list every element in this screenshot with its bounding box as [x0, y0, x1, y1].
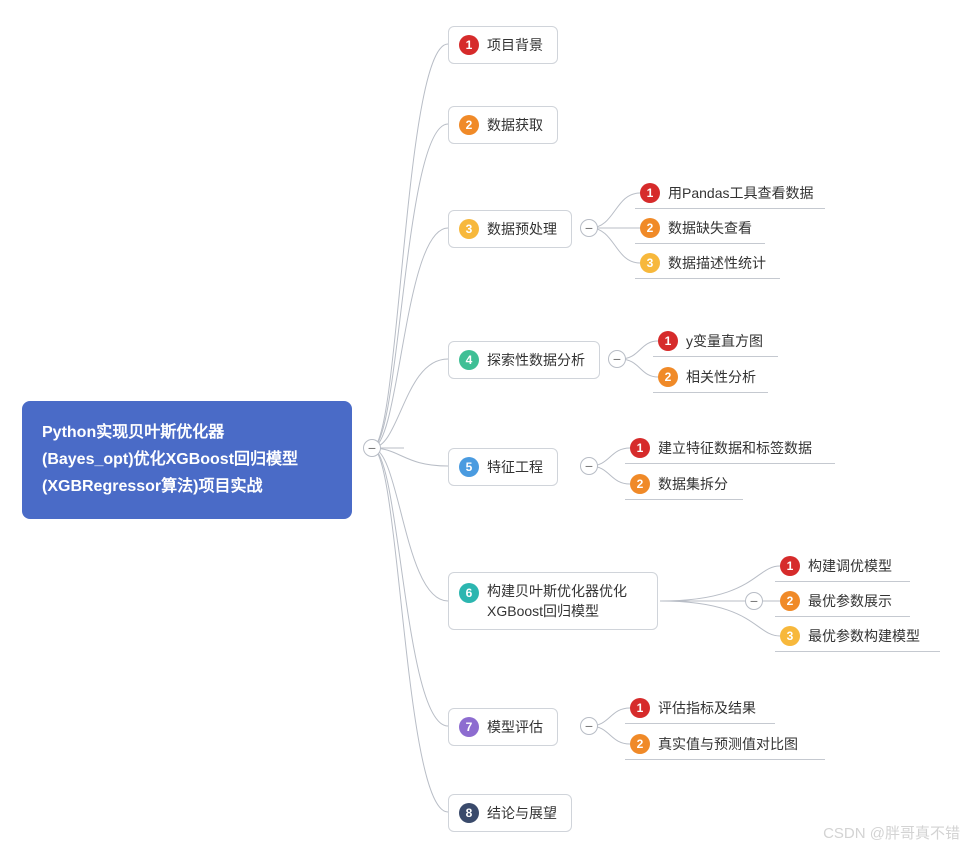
leaf-badge: 2	[780, 591, 800, 611]
leaf-underline	[625, 759, 825, 760]
leaf-best-params[interactable]: 2 最优参数展示	[780, 586, 892, 616]
leaf-pandas-view[interactable]: 1 用Pandas工具查看数据	[640, 178, 813, 208]
leaf-missing-check[interactable]: 2 数据缺失查看	[640, 213, 752, 243]
leaf-train-test-split[interactable]: 2 数据集拆分	[630, 469, 728, 499]
leaf-label: 建立特征数据和标签数据	[658, 438, 812, 458]
branch-label-wrap: 构建贝叶斯优化器优化 XGBoost回归模型	[487, 581, 627, 621]
root-line-1: Python实现贝叶斯优化器	[42, 419, 332, 446]
badge-2: 2	[459, 115, 479, 135]
leaf-label: 数据描述性统计	[668, 253, 766, 273]
branch-label: 模型评估	[487, 717, 543, 737]
leaf-underline	[625, 723, 775, 724]
leaf-eval-metrics[interactable]: 1 评估指标及结果	[630, 693, 756, 723]
collapse-model-eval[interactable]: −	[580, 717, 598, 735]
branch-bayes-xgb[interactable]: 6 构建贝叶斯优化器优化 XGBoost回归模型	[448, 572, 658, 630]
leaf-badge: 2	[630, 474, 650, 494]
leaf-underline	[625, 499, 743, 500]
watermark: CSDN @胖哥真不错	[823, 822, 960, 843]
leaf-underline	[625, 463, 835, 464]
collapse-preprocessing[interactable]: −	[580, 219, 598, 237]
collapse-root[interactable]: −	[363, 439, 381, 457]
branch-label: 特征工程	[487, 457, 543, 477]
branch-label-line-1: 构建贝叶斯优化器优化	[487, 581, 627, 601]
leaf-underline	[653, 392, 768, 393]
leaf-label: 相关性分析	[686, 367, 756, 387]
leaf-badge: 1	[640, 183, 660, 203]
branch-label-line-2: XGBoost回归模型	[487, 601, 627, 621]
badge-6: 6	[459, 583, 479, 603]
leaf-label: 最优参数构建模型	[808, 626, 920, 646]
branch-label: 探索性数据分析	[487, 350, 585, 370]
root-node[interactable]: Python实现贝叶斯优化器 (Bayes_opt)优化XGBoost回归模型 …	[22, 401, 352, 519]
leaf-label: 构建调优模型	[808, 556, 892, 576]
leaf-underline	[635, 208, 825, 209]
branch-label: 项目背景	[487, 35, 543, 55]
leaf-underline	[635, 243, 765, 244]
branch-label: 数据预处理	[487, 219, 557, 239]
leaf-badge: 1	[780, 556, 800, 576]
leaf-underline	[653, 356, 778, 357]
leaf-badge: 1	[630, 698, 650, 718]
badge-7: 7	[459, 717, 479, 737]
leaf-build-tuning[interactable]: 1 构建调优模型	[780, 551, 892, 581]
badge-4: 4	[459, 350, 479, 370]
leaf-correlation[interactable]: 2 相关性分析	[658, 362, 756, 392]
collapse-bayes-xgb[interactable]: −	[745, 592, 763, 610]
badge-1: 1	[459, 35, 479, 55]
branch-conclusion[interactable]: 8 结论与展望	[448, 794, 572, 832]
branch-feature-eng[interactable]: 5 特征工程	[448, 448, 558, 486]
leaf-best-params-model[interactable]: 3 最优参数构建模型	[780, 621, 920, 651]
leaf-label: 数据集拆分	[658, 474, 728, 494]
leaf-badge: 1	[630, 438, 650, 458]
root-line-3: (XGBRegressor算法)项目实战	[42, 473, 332, 500]
leaf-underline	[775, 581, 910, 582]
collapse-eda[interactable]: −	[608, 350, 626, 368]
leaf-badge: 1	[658, 331, 678, 351]
badge-5: 5	[459, 457, 479, 477]
leaf-descriptive-stats[interactable]: 3 数据描述性统计	[640, 248, 766, 278]
leaf-pred-vs-actual[interactable]: 2 真实值与预测值对比图	[630, 729, 798, 759]
leaf-label: 评估指标及结果	[658, 698, 756, 718]
leaf-badge: 2	[658, 367, 678, 387]
badge-3: 3	[459, 219, 479, 239]
leaf-build-feature-label[interactable]: 1 建立特征数据和标签数据	[630, 433, 812, 463]
leaf-y-histogram[interactable]: 1 y变量直方图	[658, 326, 763, 356]
leaf-badge: 2	[640, 218, 660, 238]
branch-data-acquisition[interactable]: 2 数据获取	[448, 106, 558, 144]
branch-model-eval[interactable]: 7 模型评估	[448, 708, 558, 746]
leaf-badge: 3	[640, 253, 660, 273]
leaf-label: 真实值与预测值对比图	[658, 734, 798, 754]
branch-label: 数据获取	[487, 115, 543, 135]
leaf-label: 数据缺失查看	[668, 218, 752, 238]
leaf-underline	[775, 616, 910, 617]
leaf-badge: 3	[780, 626, 800, 646]
leaf-badge: 2	[630, 734, 650, 754]
leaf-label: 最优参数展示	[808, 591, 892, 611]
branch-project-background[interactable]: 1 项目背景	[448, 26, 558, 64]
leaf-label: 用Pandas工具查看数据	[668, 183, 813, 203]
branch-eda[interactable]: 4 探索性数据分析	[448, 341, 600, 379]
root-line-2: (Bayes_opt)优化XGBoost回归模型	[42, 446, 332, 473]
badge-8: 8	[459, 803, 479, 823]
branch-preprocessing[interactable]: 3 数据预处理	[448, 210, 572, 248]
leaf-underline	[775, 651, 940, 652]
leaf-label: y变量直方图	[686, 331, 763, 351]
leaf-underline	[635, 278, 780, 279]
collapse-feature-eng[interactable]: −	[580, 457, 598, 475]
branch-label: 结论与展望	[487, 803, 557, 823]
